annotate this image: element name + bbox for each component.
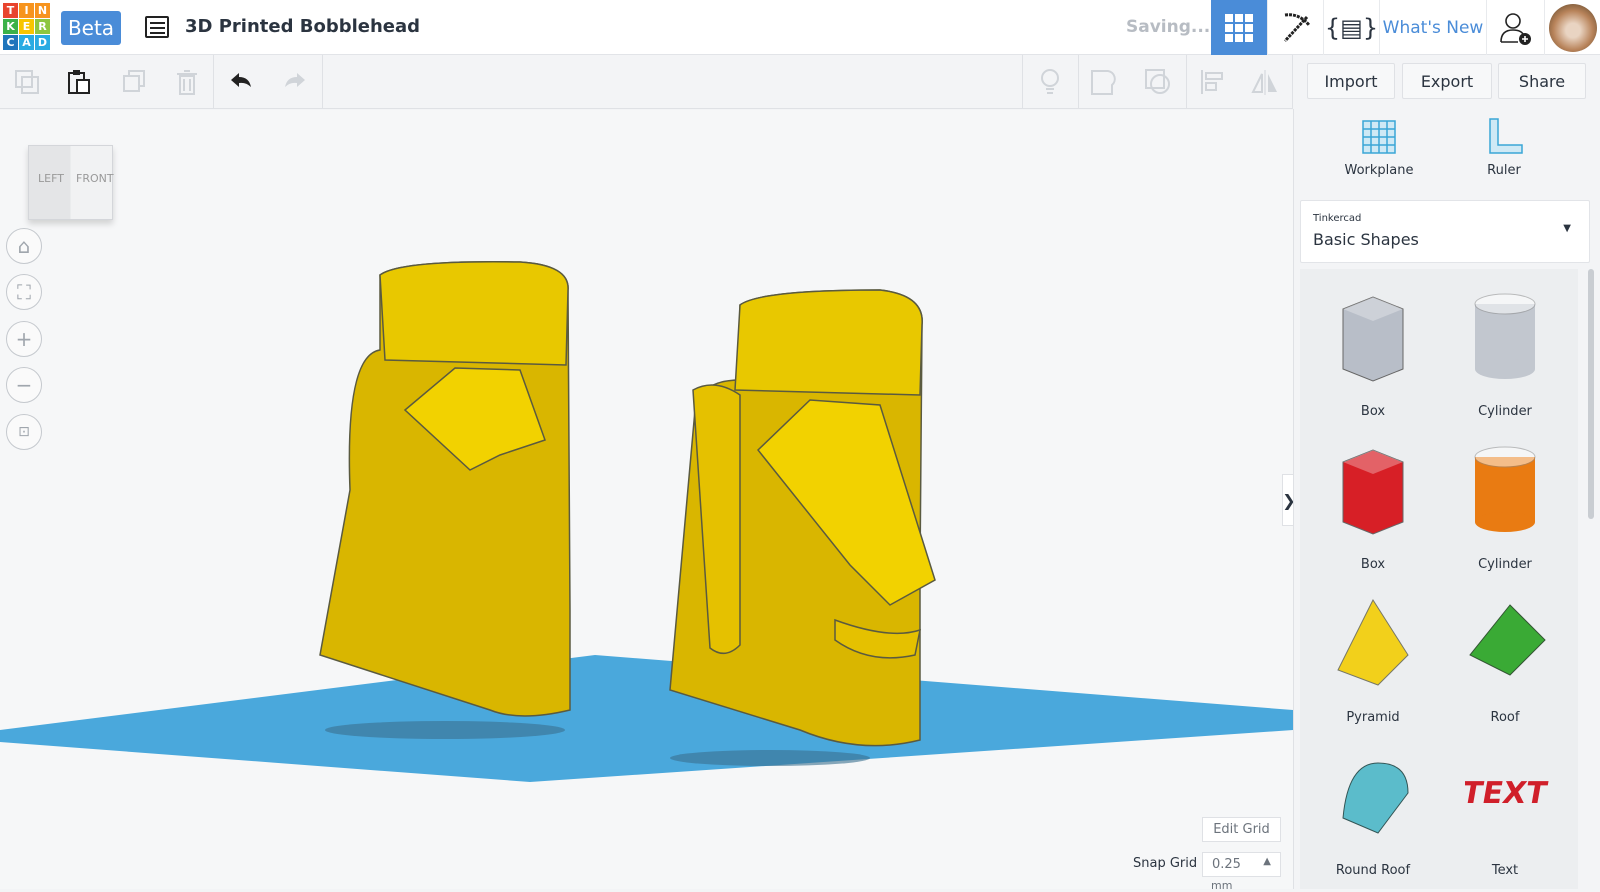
snap-grid-unit: mm bbox=[1211, 879, 1233, 892]
moai-head-left bbox=[319, 261, 571, 717]
logo-letter: N bbox=[35, 3, 50, 18]
paste-icon[interactable] bbox=[62, 65, 96, 99]
user-avatar[interactable] bbox=[1544, 0, 1600, 55]
round-roof-shape-icon bbox=[1342, 762, 1409, 834]
cylinder-shape-icon bbox=[1474, 446, 1536, 532]
ruler-button[interactable]: Ruler bbox=[1444, 117, 1564, 178]
pyramid-shape-icon bbox=[1337, 598, 1409, 686]
redo-icon[interactable] bbox=[278, 65, 312, 99]
workplane-grid bbox=[0, 655, 1293, 782]
shape-label: Text bbox=[1491, 863, 1519, 878]
align-icon[interactable] bbox=[1195, 65, 1229, 99]
logo-letter: C bbox=[3, 35, 18, 50]
shape-label: Box bbox=[1360, 557, 1386, 572]
shape-grid: Box Cylinder Box Cylinder Pyramid Roof Round R… bbox=[1300, 269, 1578, 889]
shape-pyramid[interactable]: Pyramid bbox=[1308, 575, 1438, 725]
zoom-out-icon[interactable]: − bbox=[6, 367, 42, 403]
ungroup-icon[interactable] bbox=[1141, 65, 1175, 99]
import-button[interactable]: Import bbox=[1307, 63, 1395, 99]
design-title[interactable]: 3D Printed Bobblehead bbox=[185, 16, 420, 37]
shape-box[interactable]: Box bbox=[1308, 269, 1438, 419]
box-shape-icon bbox=[1342, 296, 1404, 382]
top-bar: TIN KER CAD Beta 3D Printed Bobblehead Sav… bbox=[0, 0, 1600, 55]
fit-view-icon[interactable]: ⛶ bbox=[6, 274, 42, 310]
text-shape-icon: TEXT bbox=[1465, 776, 1550, 811]
tinkercad-logo[interactable]: TIN KER CAD bbox=[3, 3, 50, 50]
zoom-in-icon[interactable]: + bbox=[6, 321, 42, 357]
shape-roof[interactable]: Roof bbox=[1440, 575, 1570, 725]
3d-design-view-button[interactable] bbox=[1211, 0, 1267, 55]
logo-letter: T bbox=[3, 3, 18, 18]
library-caption: Tinkercad bbox=[1313, 213, 1362, 224]
save-status: Saving... bbox=[1126, 17, 1211, 37]
shape-label: Cylinder bbox=[1478, 557, 1532, 572]
logo-letter: K bbox=[3, 19, 18, 34]
shape-label: Cylinder bbox=[1478, 404, 1532, 419]
snap-grid-select[interactable]: 0.25 ▲ bbox=[1202, 852, 1281, 877]
mirror-icon[interactable] bbox=[1248, 65, 1282, 99]
logo-letter: R bbox=[35, 19, 50, 34]
snap-grid-value: 0.25 bbox=[1212, 857, 1241, 872]
shape-label: Round Roof bbox=[1335, 863, 1411, 878]
workplane-button[interactable]: Workplane bbox=[1319, 117, 1439, 178]
box-shape-icon bbox=[1342, 449, 1404, 535]
cylinder-shape-icon bbox=[1474, 293, 1536, 379]
view-cube[interactable]: LEFT FRONT bbox=[28, 145, 114, 220]
perspective-icon[interactable]: ⊡ bbox=[6, 414, 42, 450]
logo-letter: E bbox=[19, 19, 34, 34]
logo-letter: A bbox=[19, 35, 34, 50]
home-view-icon[interactable]: ⌂ bbox=[6, 228, 42, 264]
svg-text:TEXT: TEXT bbox=[1465, 776, 1550, 811]
shape-cylinder[interactable]: Cylinder bbox=[1440, 269, 1570, 419]
shape-label: Box bbox=[1360, 404, 1386, 419]
codeblocks-icon[interactable]: {▤} bbox=[1323, 0, 1379, 55]
delete-icon[interactable] bbox=[170, 65, 204, 99]
logo-letter: I bbox=[19, 3, 34, 18]
ruler-icon bbox=[1489, 118, 1523, 154]
whats-new-link[interactable]: What's New bbox=[1379, 0, 1486, 55]
group-icon[interactable] bbox=[1087, 65, 1121, 99]
shapes-panel: Workplane Ruler Tinkercad Basic Shapes ▼… bbox=[1293, 109, 1600, 889]
export-button[interactable]: Export bbox=[1402, 63, 1492, 99]
design-list-icon[interactable] bbox=[145, 16, 169, 38]
duplicate-icon[interactable] bbox=[116, 65, 150, 99]
shape-label: Roof bbox=[1490, 710, 1520, 725]
shape-box[interactable]: Box bbox=[1308, 422, 1438, 572]
share-button[interactable]: Share bbox=[1498, 63, 1586, 99]
logo-letter: D bbox=[35, 35, 50, 50]
snap-grid-label: Snap Grid bbox=[1133, 856, 1198, 871]
3d-scene[interactable] bbox=[0, 110, 1293, 889]
ruler-label: Ruler bbox=[1487, 163, 1521, 178]
minecraft-pickaxe-icon[interactable] bbox=[1267, 0, 1323, 55]
view-cube-front[interactable]: FRONT bbox=[76, 172, 114, 185]
caret-up-icon: ▲ bbox=[1263, 856, 1271, 867]
roof-shape-icon bbox=[1469, 604, 1546, 676]
workplane-label: Workplane bbox=[1344, 163, 1414, 178]
moai-head-right bbox=[669, 289, 936, 747]
panel-scrollbar[interactable] bbox=[1588, 269, 1594, 519]
edit-grid-button[interactable]: Edit Grid bbox=[1202, 817, 1281, 842]
beta-badge[interactable]: Beta bbox=[61, 11, 121, 45]
undo-icon[interactable] bbox=[224, 65, 258, 99]
library-value: Basic Shapes bbox=[1313, 230, 1419, 249]
add-user-icon[interactable] bbox=[1486, 0, 1544, 55]
view-cube-left[interactable]: LEFT bbox=[38, 172, 64, 185]
edit-toolbar bbox=[0, 55, 1293, 109]
workplane-icon bbox=[1362, 120, 1396, 154]
shape-cylinder[interactable]: Cylinder bbox=[1440, 422, 1570, 572]
notes-lightbulb-icon[interactable] bbox=[1033, 65, 1067, 99]
shape-library-dropdown[interactable]: Tinkercad Basic Shapes ▼ bbox=[1300, 200, 1590, 263]
shape-label: Pyramid bbox=[1346, 710, 1400, 725]
shape-round-roof[interactable]: Round Roof bbox=[1308, 728, 1438, 878]
dropdown-caret-icon: ▼ bbox=[1563, 223, 1571, 234]
3d-viewport[interactable]: LEFT FRONT ⌂ ⛶ + − ⊡ ❯ bbox=[0, 110, 1296, 889]
shape-text[interactable]: TEXT Text bbox=[1440, 728, 1570, 878]
copy-icon[interactable] bbox=[10, 65, 44, 99]
